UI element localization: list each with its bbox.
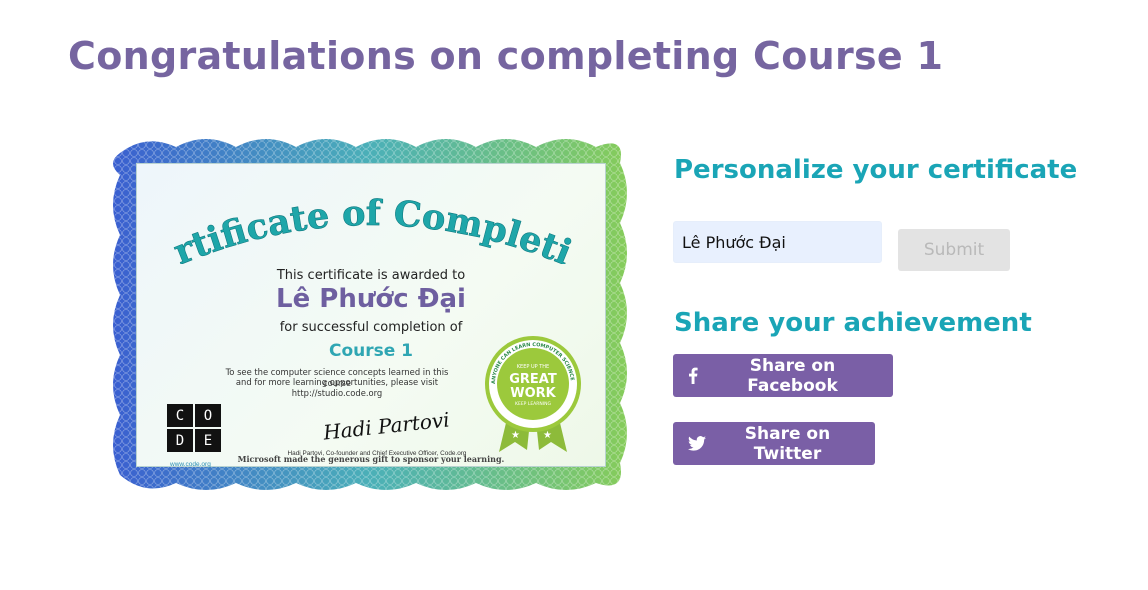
- code-org-logo: C O D E: [167, 404, 223, 456]
- sponsor-line: Microsoft made the generous gift to spon…: [237, 454, 505, 464]
- certificate-visit-line: and for more learning opportunities, ple…: [235, 377, 439, 387]
- personalize-heading: Personalize your certificate: [674, 155, 1078, 185]
- certificate-image: Certificate of Completion This certifica…: [106, 133, 634, 495]
- svg-text:WORK: WORK: [510, 386, 556, 401]
- star-icon: ★: [511, 430, 520, 441]
- svg-text:GREAT: GREAT: [509, 372, 557, 387]
- certificate-visit-url: http://studio.code.org: [291, 388, 383, 398]
- facebook-icon: [688, 367, 698, 384]
- share-twitter-label: Share on Twitter: [744, 423, 831, 464]
- page-title: Congratulations on completing Course 1: [68, 34, 944, 78]
- svg-text:Certificate of Completion: Certificate of Completion: [137, 164, 577, 264]
- certificate-body: Certificate of Completion This certifica…: [136, 163, 606, 468]
- certificate-heading: Certificate of Completion: [137, 164, 578, 264]
- svg-text:KEEP LEARNING: KEEP LEARNING: [515, 401, 551, 407]
- certificate-name-input[interactable]: [673, 221, 882, 263]
- star-icon: ★: [543, 430, 552, 441]
- great-work-badge: ★ ★ ANYONE CAN LEARN COMPUTER SCIENCE • …: [483, 334, 581, 452]
- certificate-recipient-name: Lê Phước Đại: [276, 284, 466, 314]
- share-facebook-button[interactable]: Share on Facebook: [673, 354, 893, 397]
- submit-button[interactable]: Submit: [898, 229, 1010, 271]
- svg-text:KEEP UP THE: KEEP UP THE: [517, 364, 549, 370]
- share-facebook-label: Share on Facebook: [747, 355, 838, 396]
- share-twitter-button[interactable]: Share on Twitter: [673, 422, 875, 465]
- signature: Hadi Partovi: [322, 407, 451, 445]
- share-heading: Share your achievement: [674, 308, 1032, 338]
- certificate-awarded-text: This certificate is awarded to: [276, 268, 466, 283]
- twitter-icon: [688, 436, 706, 451]
- certificate-completion-text: for successful completion of: [279, 320, 463, 335]
